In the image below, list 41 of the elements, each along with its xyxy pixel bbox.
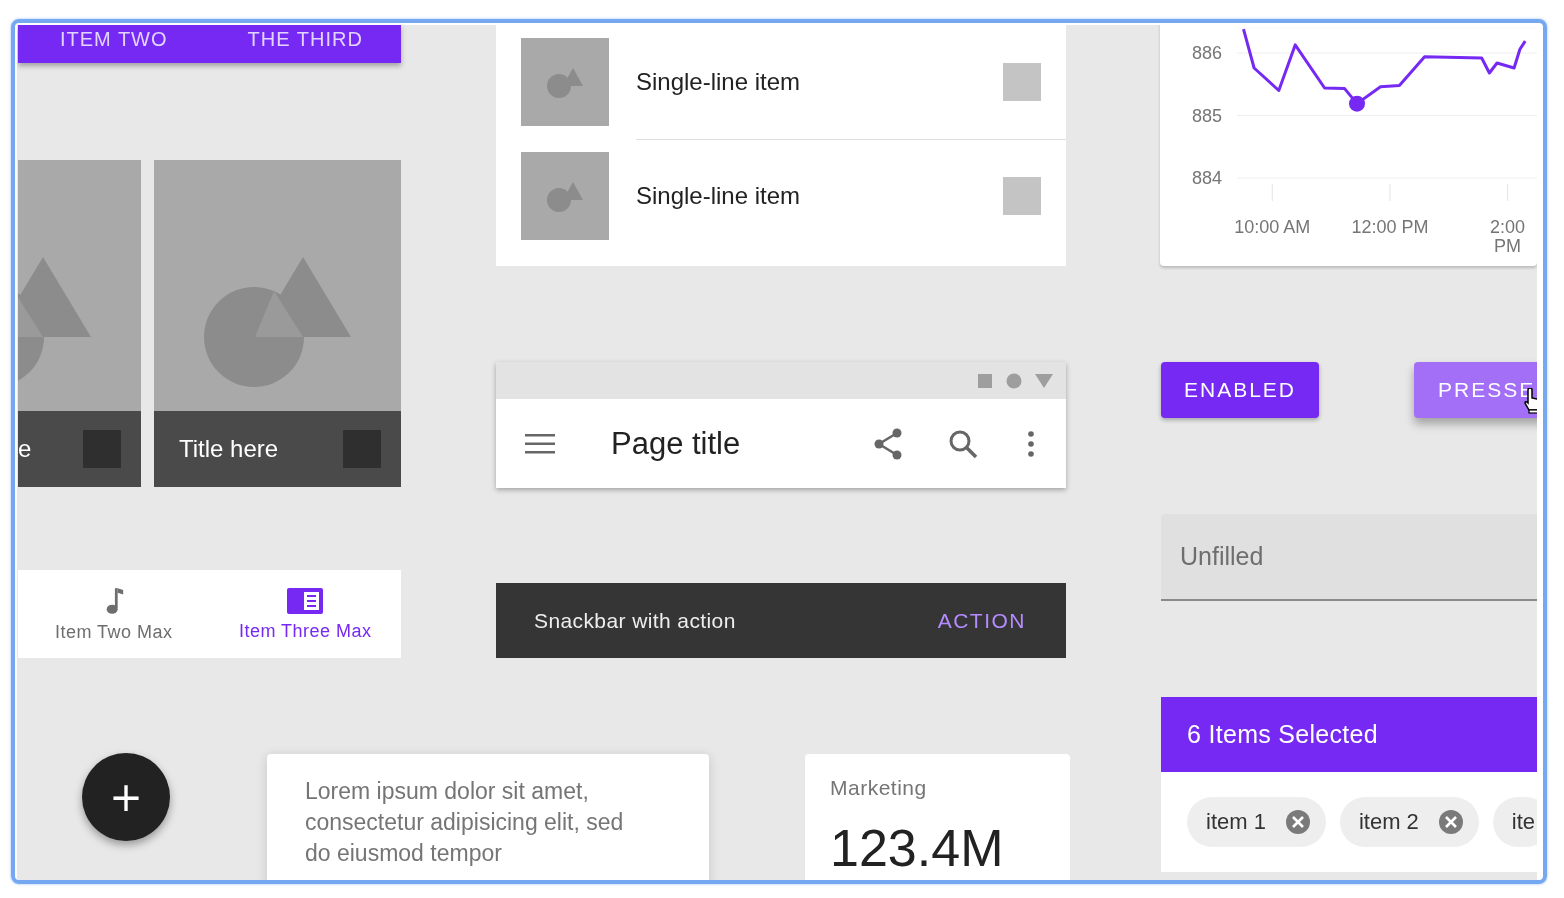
text-field[interactable]: Unfilled	[1161, 514, 1537, 601]
nav-item[interactable]: Item Two Max	[18, 570, 210, 658]
image-placeholder-icon	[521, 152, 609, 240]
page-title: Page title	[611, 425, 742, 462]
close-icon[interactable]	[1285, 810, 1310, 834]
triangle-icon	[1035, 372, 1053, 389]
nav-item[interactable]: Item Three Max	[209, 570, 401, 658]
pressed-button[interactable]: PRESSE	[1414, 362, 1537, 418]
snackbar-action[interactable]: ACTION	[937, 608, 1026, 633]
tile-title: Title here	[179, 435, 279, 463]
list-icon	[287, 586, 324, 615]
chip[interactable]: ite	[1492, 797, 1537, 847]
stat-label: Marketing	[830, 776, 927, 800]
snackbar-message: Snackbar with action	[534, 608, 736, 633]
tab[interactable]: THE THIRD	[209, 27, 401, 63]
chip[interactable]: item 2	[1339, 797, 1479, 847]
y-axis-label: 886	[1191, 43, 1222, 63]
circle-icon	[1006, 372, 1022, 389]
chip[interactable]: item 1	[1187, 797, 1326, 847]
x-axis-label: 12:00 PM	[1351, 218, 1429, 237]
x-axis-label: 10:00 AM	[1234, 218, 1311, 237]
card-text: Lorem ipsum dolor sit amet, consectetur adipisicing elit, sed do eiusmod tempor	[305, 777, 625, 868]
menu-icon[interactable]	[525, 432, 555, 455]
enabled-button[interactable]: ENABLED	[1161, 362, 1319, 418]
y-axis-label: 885	[1191, 105, 1222, 126]
x-axis-label: 2:00 PM	[1489, 218, 1527, 256]
stat-value: 123.4M	[830, 818, 1004, 878]
more-icon[interactable]	[1028, 430, 1034, 457]
tile-title: e	[18, 435, 32, 463]
y-axis-label: 884	[1191, 168, 1222, 188]
tab[interactable]: ITEM TWO	[18, 27, 210, 63]
image-placeholder-icon	[521, 38, 609, 126]
list-item-text[interactable]: Single-line item	[636, 182, 1003, 210]
data-point[interactable]	[1349, 95, 1365, 112]
add-button[interactable]: +	[82, 753, 170, 841]
square-icon	[977, 372, 993, 389]
share-icon[interactable]	[873, 427, 903, 460]
list-item-text[interactable]: Single-line item	[636, 68, 1003, 96]
search-icon[interactable]	[948, 428, 978, 459]
selection-title: 6 Items Selected	[1187, 720, 1378, 749]
close-icon[interactable]	[1438, 810, 1463, 834]
